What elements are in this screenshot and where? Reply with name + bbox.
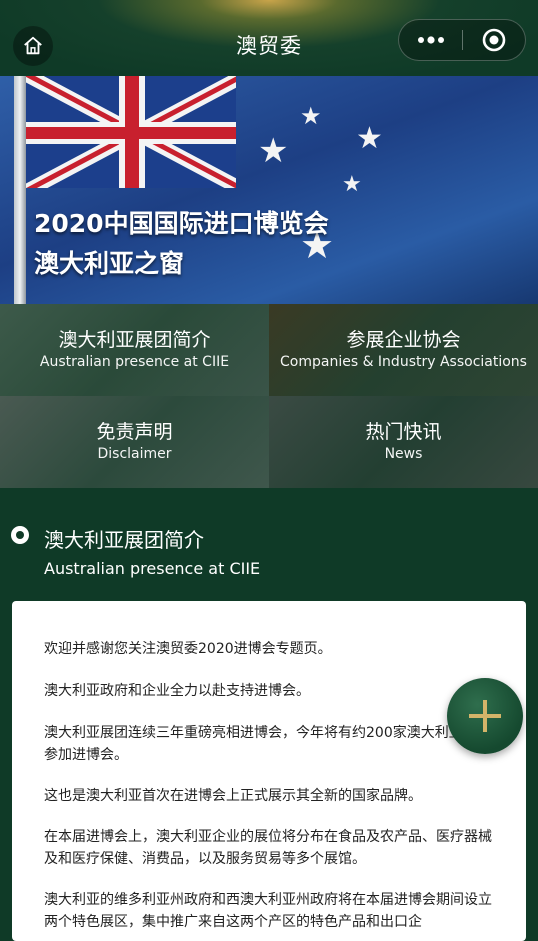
nav-item-news[interactable]: 热门快讯 News (269, 396, 538, 488)
banner-line-1: 2020中国国际进口博览会 (34, 209, 329, 238)
flag-pole (14, 76, 26, 304)
content-paragraph: 澳大利亚展团连续三年重磅亮相进博会，今年将有约200家澳大利亚公司参加进博会。 (44, 725, 491, 763)
nav-item-label-en: Disclaimer (97, 446, 172, 462)
star-icon: ★ (300, 102, 322, 130)
content-card: 欢迎并感谢您关注澳贸委2020进博会专题页。 澳大利亚政府和企业全力以赴支持进博… (12, 601, 526, 941)
target-icon (482, 28, 505, 52)
nav-item-disclaimer[interactable]: 免责声明 Disclaimer (0, 396, 269, 488)
nav-item-label-cn: 免责声明 (96, 421, 173, 443)
content-paragraph: 欢迎并感谢您关注澳贸委2020进博会专题页。 (44, 641, 332, 657)
nav-item-label-cn: 热门快讯 (365, 421, 442, 443)
nav-item-companies[interactable]: 参展企业协会 Companies & Industry Associations (269, 304, 538, 396)
star-icon: ★ (342, 172, 362, 197)
nav-item-label-cn: 参展企业协会 (346, 329, 461, 351)
content-paragraph: 在本届进博会上，澳大利亚企业的展位将分布在食品及农产品、医疗器械及和医疗保健、消… (44, 829, 492, 867)
nav-item-label-en: Companies & Industry Associations (280, 354, 527, 370)
banner-line-2: 澳大利亚之窗 (34, 249, 185, 278)
app-header: 澳贸委 (0, 0, 538, 76)
content-paragraph: 这也是澳大利亚首次在进博会上正式展示其全新的国家品牌。 (44, 788, 422, 804)
content-paragraph: 澳大利亚的维多利亚州政府和西澳大利亚州政府将在本届进博会期间设立两个特色展区，集… (44, 892, 492, 930)
nav-item-australian-presence[interactable]: 澳大利亚展团简介 Australian presence at CIIE (0, 304, 269, 396)
section-bullet-icon (11, 526, 29, 544)
miniprogram-capsule (398, 19, 526, 61)
more-button[interactable] (399, 20, 462, 60)
close-miniprogram-button[interactable] (462, 20, 525, 60)
add-button[interactable] (447, 678, 523, 754)
plus-icon (469, 700, 501, 732)
star-icon: ★ (258, 131, 289, 171)
more-dots-icon (417, 36, 444, 44)
nav-grid: 澳大利亚展团简介 Australian presence at CIIE 参展企… (0, 304, 538, 488)
hero-banner[interactable]: ★ ★ ★ ★ ★ 2020中国国际进口博览会 澳大利亚之窗 (0, 76, 538, 304)
nav-item-label-en: Australian presence at CIIE (39, 354, 230, 370)
nav-item-label-en: News (384, 446, 423, 462)
star-icon: ★ (356, 121, 383, 156)
nav-item-label-cn: 澳大利亚展团简介 (58, 329, 211, 351)
content-paragraph: 澳大利亚政府和企业全力以赴支持进博会。 (44, 683, 310, 699)
section-title-cn: 澳大利亚展团简介 (44, 528, 204, 552)
union-jack-graphic (26, 76, 236, 188)
section-title-en: Australian presence at CIIE (44, 559, 261, 578)
